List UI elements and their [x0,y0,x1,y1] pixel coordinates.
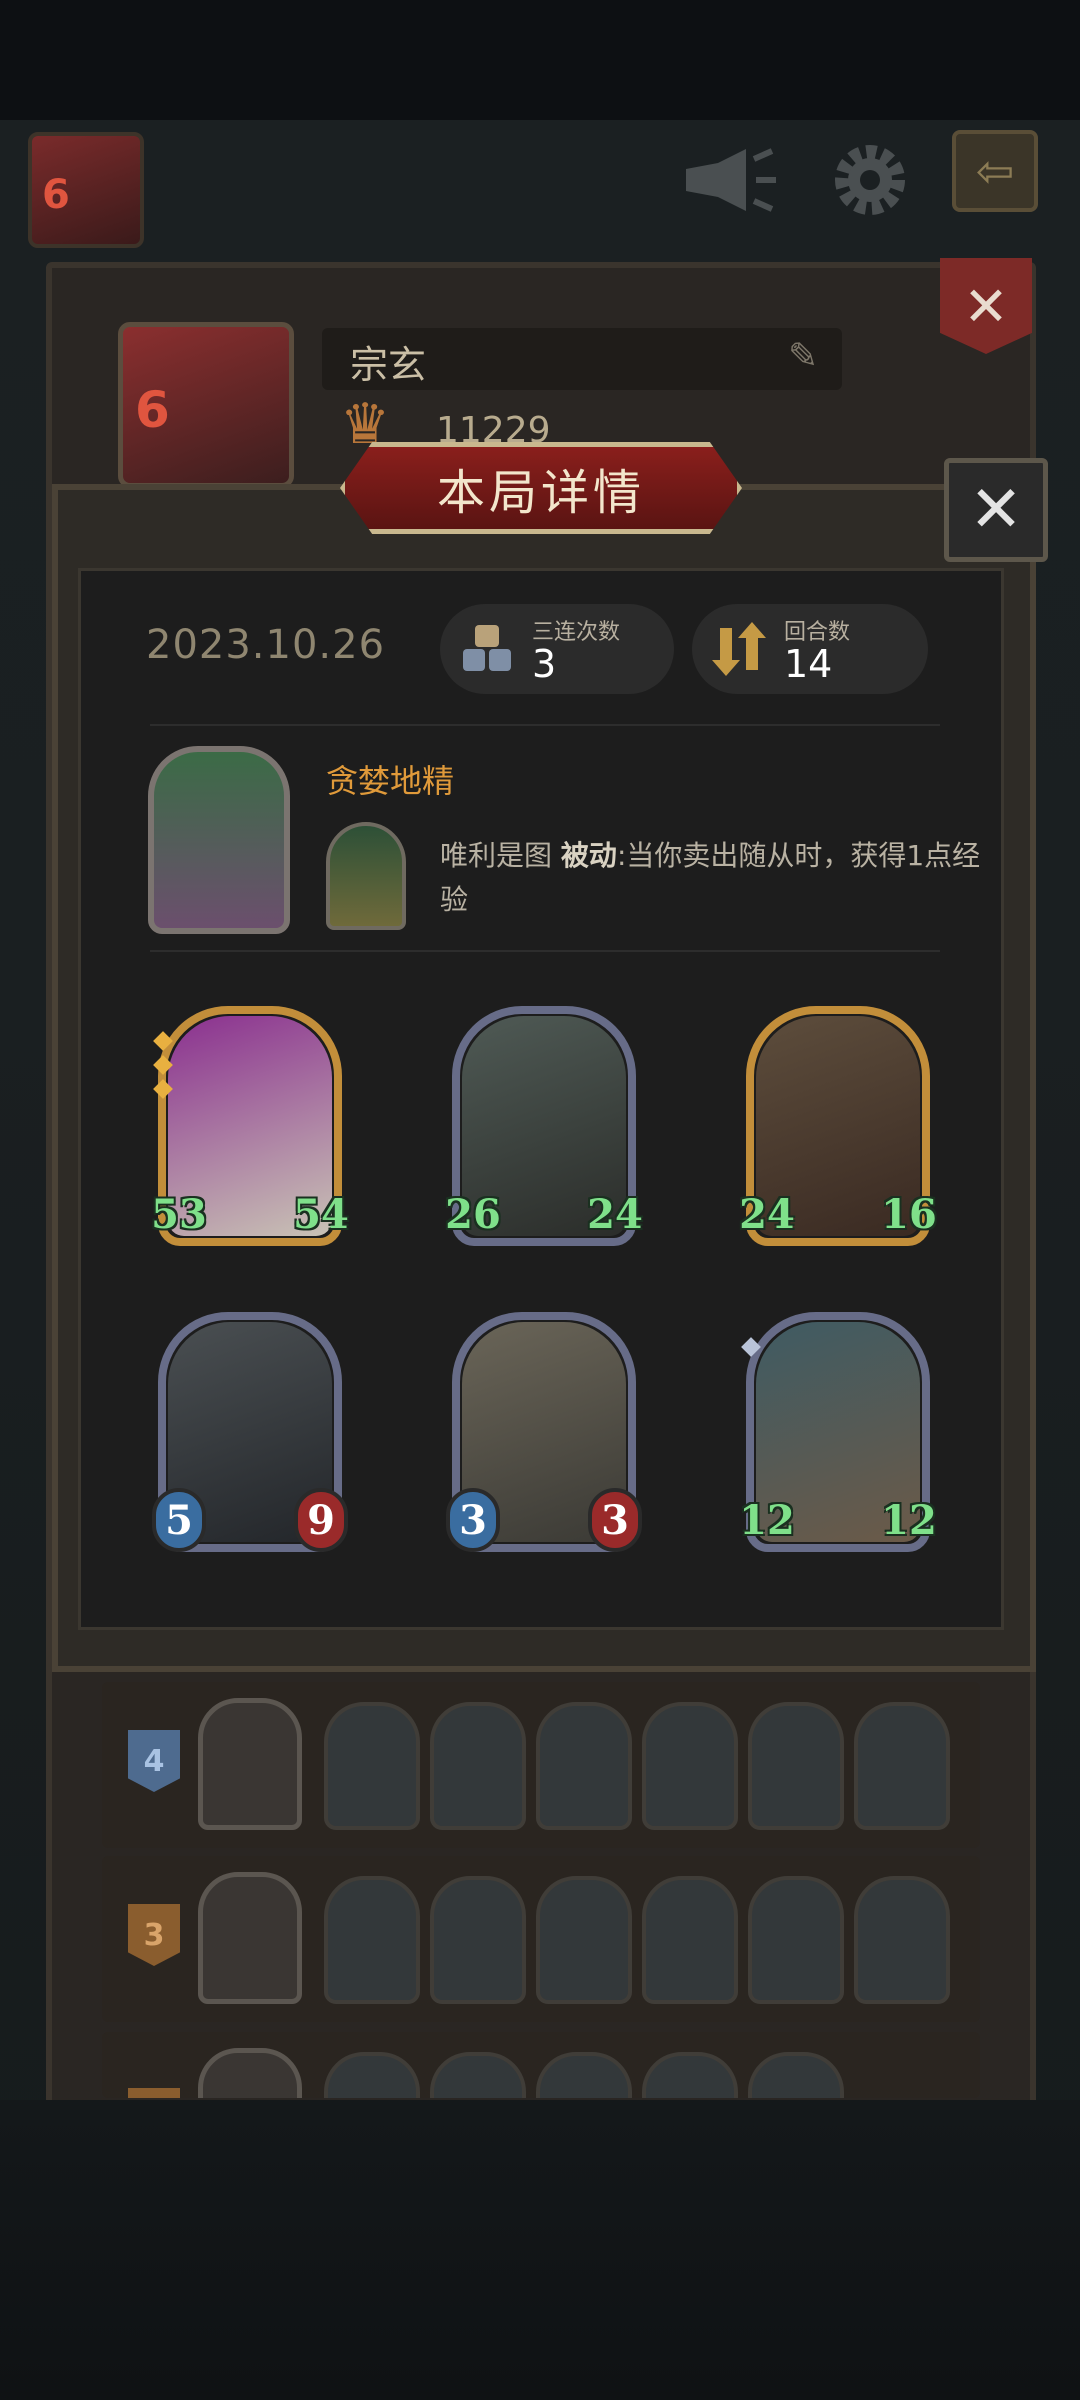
unit-card[interactable]: 5 9 [152,1312,348,1552]
history-unit [642,2052,738,2098]
history-hero-portrait [198,1872,302,2004]
history-unit [642,1702,738,1830]
close-icon: ✕ [963,274,1009,338]
profile-avatar[interactable]: 6 [118,322,294,488]
hero-skill-description: 唯利是图 被动:当你卖出随从时，获得1点经验 [440,834,1000,922]
hero-name: 贪婪地精 [326,762,455,800]
health-value: 24 [587,1190,643,1238]
megaphone-icon-graphic [686,148,776,212]
unit-card[interactable]: 26 24 [445,1006,643,1246]
unit-card[interactable]: 24 16 [739,1006,937,1246]
profile-avatar-level: 6 [135,381,170,439]
skill-name: 唯利是图 [440,839,553,872]
profile-name: 宗玄 [350,343,427,387]
back-arrow-icon: ⇦ [975,144,1015,198]
rank-badge: 3 [128,1904,180,1966]
history-unit [536,1876,632,2004]
avatar-level: 6 [42,172,70,218]
back-button[interactable]: ⇦ [952,130,1038,212]
history-unit [748,1702,844,1830]
gear-icon[interactable] [820,140,920,220]
history-unit [430,1876,526,2004]
health-value: 12 [881,1496,937,1544]
attack-value: 12 [739,1496,795,1544]
triple-count-stat: 三连次数 3 [440,604,674,694]
cycle-arrows-icon [708,618,770,680]
history-unit [854,1702,950,1830]
modal-title: 本局详情 [436,465,645,521]
unit-card[interactable]: 3 3 [446,1312,642,1552]
history-unit [854,1876,950,2004]
health-value: 3 [588,1488,642,1552]
edit-pencil-icon[interactable]: ✎ [788,336,818,377]
history-hero-portrait [198,1698,302,1830]
history-hero-portrait [198,2048,302,2098]
history-unit [324,2052,420,2098]
attack-value: 5 [152,1488,206,1552]
hero-portrait[interactable] [148,746,290,934]
history-unit [536,1702,632,1830]
bottom-shadow [0,2100,1080,2400]
match-date: 2023.10.26 [146,622,386,668]
round-count-value: 14 [784,642,833,686]
health-value: 54 [293,1190,349,1238]
history-unit [748,2052,844,2098]
history-unit [748,1876,844,2004]
divider [150,950,940,952]
unit-card[interactable]: 53 54 [151,1006,349,1246]
attack-value: 24 [739,1190,795,1238]
hero-skill-icon[interactable] [326,822,406,930]
divider [150,724,940,726]
history-unit [324,1702,420,1830]
history-row[interactable]: 4 [102,1682,980,1848]
rank-badge: 4 [128,1730,180,1792]
skill-type: 被动 [560,839,617,872]
modal-close-button[interactable]: ✕ [944,458,1048,562]
rank-badge [128,2088,180,2098]
health-value: 9 [294,1488,348,1552]
history-row[interactable] [102,2032,980,2098]
health-value: 16 [881,1190,937,1238]
triple-stack-icon [456,618,518,680]
history-unit [430,2052,526,2098]
modal-title-banner: 本局详情 [340,442,742,534]
triple-count-value: 3 [532,642,557,686]
history-unit [642,1876,738,2004]
unit-card[interactable]: 12 12 [739,1312,937,1552]
round-count-stat: 回合数 14 [692,604,928,694]
attack-value: 53 [151,1190,207,1238]
player-avatar[interactable]: 6 [28,132,144,248]
gear-icon-graphic [835,145,905,215]
megaphone-icon[interactable] [680,140,780,220]
cycle-arrows-graphic [712,622,766,676]
attack-value: 3 [446,1488,500,1552]
history-unit [324,1876,420,2004]
triple-stack-graphic [463,625,511,671]
history-unit [536,2052,632,2098]
history-row[interactable]: 3 [102,1856,980,2022]
attack-value: 26 [445,1190,501,1238]
history-unit [430,1702,526,1830]
close-icon: ✕ [969,473,1023,547]
